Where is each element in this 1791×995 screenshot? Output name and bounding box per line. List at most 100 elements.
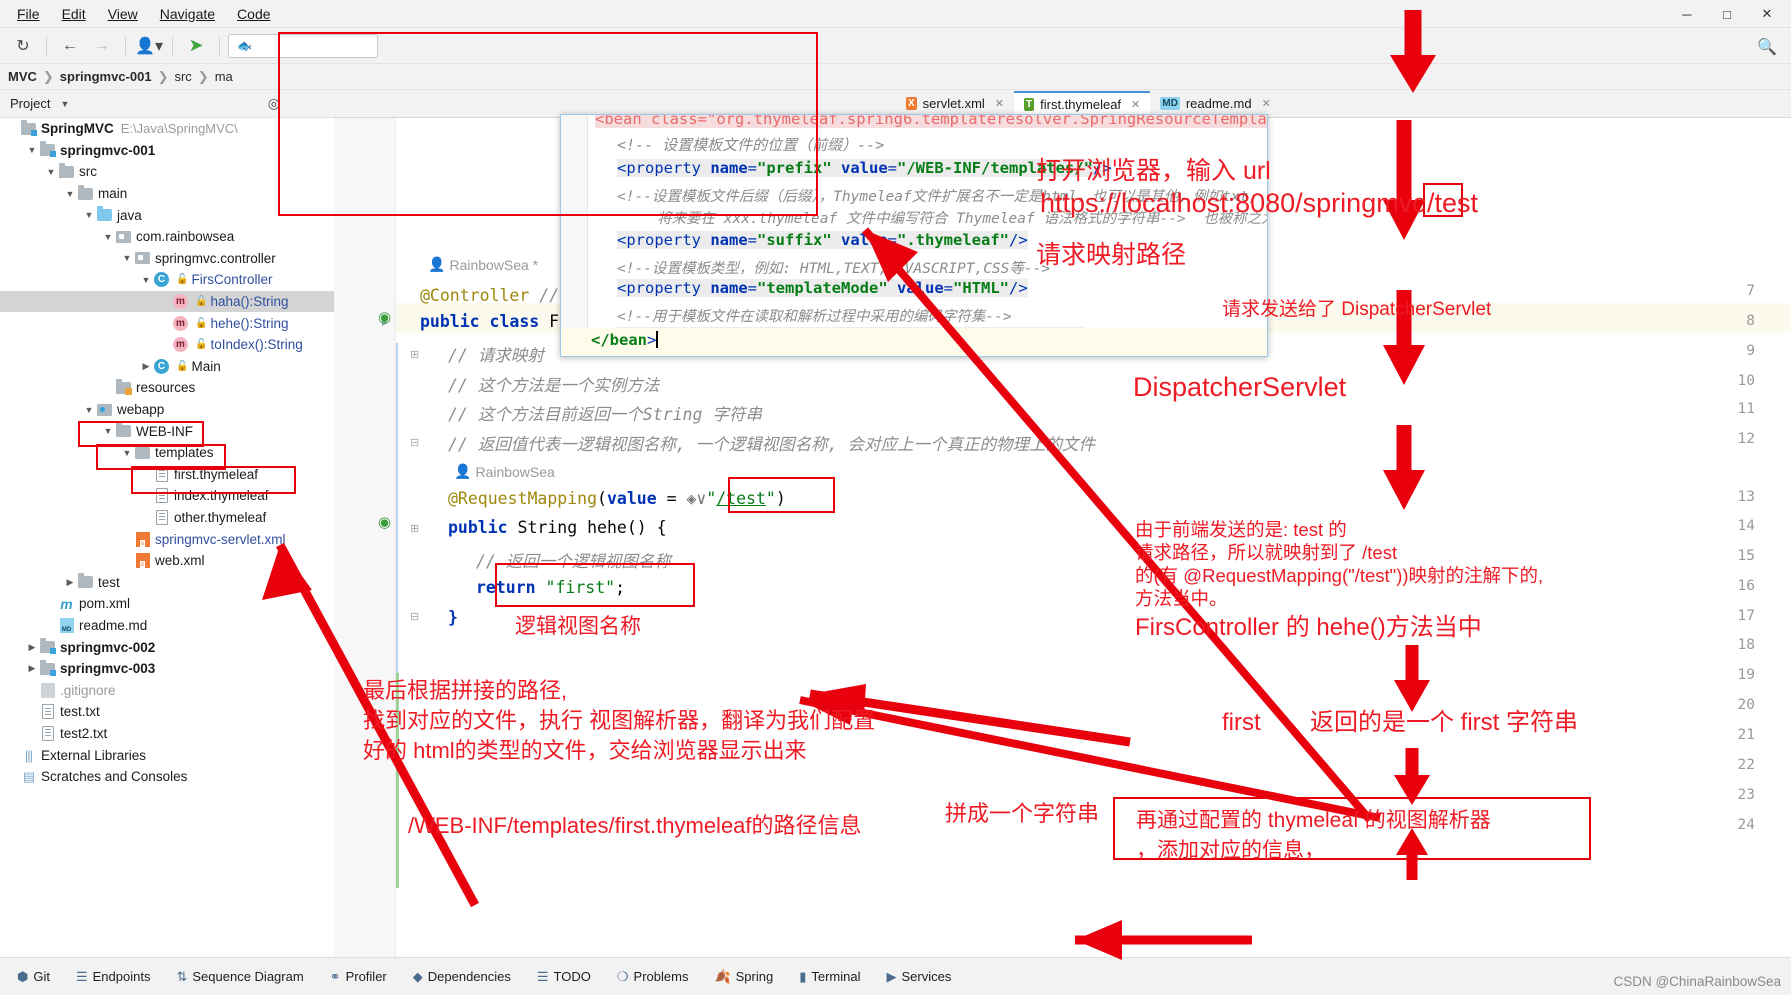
method-icon: m — [173, 294, 188, 309]
tree-item-main[interactable]: ▶C🔓Main — [0, 356, 334, 378]
user-icon[interactable]: 👤▾ — [134, 33, 164, 59]
expand-arrow-icon[interactable]: ▶ — [63, 577, 77, 588]
tree-item-icon: C — [153, 272, 170, 287]
expand-arrow-icon[interactable]: ▼ — [139, 275, 153, 285]
popup-footer: </bean> — [561, 328, 1267, 356]
tree-item-firscontroller[interactable]: ▼C🔓FirsController — [0, 269, 334, 291]
annotation-thymeleaf-resolver: 再通过配置的 thymeleaf 的视图解析器 ，添加对应的信息， — [1136, 806, 1491, 866]
status-item-git[interactable]: ⬢Git — [4, 969, 63, 985]
search-icon[interactable]: 🔍 — [1757, 37, 1777, 57]
close-icon[interactable]: ✕ — [1747, 1, 1787, 27]
menu-item-code[interactable]: Code — [226, 3, 281, 25]
tree-item-scratches-and-consoles[interactable]: ▤Scratches and Consoles — [0, 766, 334, 788]
breadcrumb-item-2[interactable]: src — [174, 69, 191, 84]
breadcrumb-item-1[interactable]: springmvc-001 — [60, 69, 152, 84]
expand-arrow-icon[interactable]: ▼ — [120, 253, 134, 263]
tree-item-resources[interactable]: resources — [0, 377, 334, 399]
status-item-endpoints[interactable]: ☰Endpoints — [63, 969, 163, 985]
tree-item-label: springmvc-servlet.xml — [155, 532, 286, 547]
tree-item-test2-txt[interactable]: test2.txt — [0, 723, 334, 745]
tree-item-test-txt[interactable]: test.txt — [0, 701, 334, 723]
tree-item-gitignore[interactable]: .gitignore — [0, 679, 334, 701]
annotation-logical-view-name: 逻辑视图名称 — [515, 614, 641, 641]
tree-item-toindex-string[interactable]: m🔓toIndex():String — [0, 334, 334, 356]
status-item-sequence-diagram[interactable]: ⇅Sequence Diagram — [163, 969, 316, 985]
status-item-terminal[interactable]: ▮Terminal — [786, 969, 873, 985]
tree-item-web-xml[interactable]: xweb.xml — [0, 550, 334, 572]
project-tree[interactable]: SpringMVCE:\Java\SpringMVC\▼springmvc-00… — [0, 118, 334, 957]
status-item-label: Sequence Diagram — [192, 969, 303, 984]
toolbar-divider-3 — [172, 37, 173, 55]
status-item-label: Dependencies — [428, 969, 511, 984]
status-item-profiler[interactable]: ⚭ Profiler — [317, 969, 400, 985]
module-icon — [40, 641, 55, 653]
run-gutter-icon[interactable]: ◉ — [378, 308, 391, 326]
tree-item-external-libraries[interactable]: |||External Libraries — [0, 744, 334, 766]
expand-arrow-icon[interactable]: ▶ — [25, 663, 39, 674]
expand-arrow-icon[interactable]: ▼ — [63, 189, 77, 199]
tree-item-webapp[interactable]: ▼webapp — [0, 399, 334, 421]
minimize-icon[interactable]: ─ — [1667, 1, 1707, 27]
tab-close-icon-3[interactable]: ✕ — [1262, 97, 1271, 110]
tree-item-test[interactable]: ▶test — [0, 571, 334, 593]
forward-arrow-icon[interactable]: → — [87, 33, 117, 59]
expand-arrow-icon[interactable]: ▼ — [44, 167, 58, 177]
tree-item-springmvc-servlet-xml[interactable]: sspringmvc-servlet.xml — [0, 528, 334, 550]
breadcrumb-sep-2: ❯ — [198, 69, 209, 85]
tree-item-haha-string[interactable]: m🔓haha():String — [0, 291, 334, 313]
tree-item-label: springmvc.controller — [155, 251, 276, 266]
tree-item-springmvc-003[interactable]: ▶springmvc-003 — [0, 658, 334, 680]
tree-item-readme-md[interactable]: MDreadme.md — [0, 615, 334, 637]
maximize-icon[interactable]: □ — [1707, 1, 1747, 27]
tree-item-other-thymeleaf[interactable]: other.thymeleaf — [0, 507, 334, 529]
tree-item-com-rainbowsea[interactable]: ▼com.rainbowsea — [0, 226, 334, 248]
status-item-todo[interactable]: ☰TODO — [524, 969, 604, 985]
run-gutter-icon-2[interactable]: ◉ — [378, 513, 391, 531]
status-item-label: Profiler — [346, 969, 387, 984]
status-item-services[interactable]: ▶Services — [874, 969, 965, 985]
line-number-7: 7 — [1746, 283, 1755, 299]
status-item-spring[interactable]: 🍂Spring — [701, 969, 786, 985]
menu-item-view[interactable]: View — [97, 3, 149, 25]
code-line-10: // 这个方法是一个实例方法 — [448, 372, 659, 396]
problems-icon: ❍ — [617, 969, 629, 985]
breadcrumb-item-3[interactable]: ma — [215, 69, 233, 84]
tree-item-icon — [39, 726, 56, 741]
tree-item-label: springmvc-001 — [60, 143, 155, 158]
menu-item-edit[interactable]: Edit — [51, 3, 97, 25]
refresh-icon[interactable]: ↻ — [8, 33, 38, 59]
markdown-icon: MD — [60, 618, 74, 633]
tree-item-path: E:\Java\SpringMVC\ — [121, 121, 238, 136]
build-hammer-icon[interactable]: ➤ — [181, 33, 211, 59]
tree-item-icon: m — [58, 596, 75, 612]
status-bar: ⬢Git☰Endpoints⇅Sequence Diagram ⚭ Profiler… — [0, 957, 1791, 995]
expand-arrow-icon[interactable]: ▼ — [82, 210, 96, 220]
chevron-down-icon[interactable]: ▼ — [60, 99, 69, 109]
module-icon — [40, 144, 55, 156]
expand-arrow-icon[interactable]: ▼ — [25, 145, 39, 155]
menu-item-navigate[interactable]: Navigate — [149, 3, 226, 25]
tab-close-icon-2[interactable]: ✕ — [1131, 98, 1140, 111]
back-arrow-icon[interactable]: ← — [55, 33, 85, 59]
visibility-lock-icon: 🔓 — [176, 361, 188, 372]
breadcrumb: MVC ❯ springmvc-001 ❯ src ❯ ma — [0, 64, 1791, 90]
external-libraries-icon: ||| — [25, 748, 32, 763]
breadcrumb-item-0[interactable]: MVC — [8, 69, 37, 84]
terminal-icon: ▮ — [799, 969, 806, 985]
status-item-problems[interactable]: ❍Problems — [604, 969, 702, 985]
status-item-dependencies[interactable]: ◆Dependencies — [400, 969, 524, 985]
expand-arrow-icon[interactable]: ▼ — [101, 232, 115, 242]
expand-arrow-icon[interactable]: ▶ — [139, 361, 153, 372]
tree-item-springmvc-002[interactable]: ▶springmvc-002 — [0, 636, 334, 658]
line-number-13: 13 — [1738, 489, 1755, 505]
tree-item-pom-xml[interactable]: mpom.xml — [0, 593, 334, 615]
popup-line-7: <property name="templateMode" value="HTM… — [617, 279, 1028, 297]
tree-item-hehe-string[interactable]: m🔓hehe():String — [0, 312, 334, 334]
expand-arrow-icon[interactable]: ▶ — [25, 642, 39, 653]
tree-item-springmvc-controller[interactable]: ▼ springmvc.controller — [0, 248, 334, 270]
tree-item-label: java — [117, 208, 142, 223]
tab-close-icon[interactable]: ✕ — [995, 97, 1004, 110]
expand-arrow-icon[interactable]: ▼ — [82, 405, 96, 415]
menu-item-file[interactable]: File — [6, 3, 51, 25]
profiler-icon: ⚭ — [330, 969, 341, 985]
